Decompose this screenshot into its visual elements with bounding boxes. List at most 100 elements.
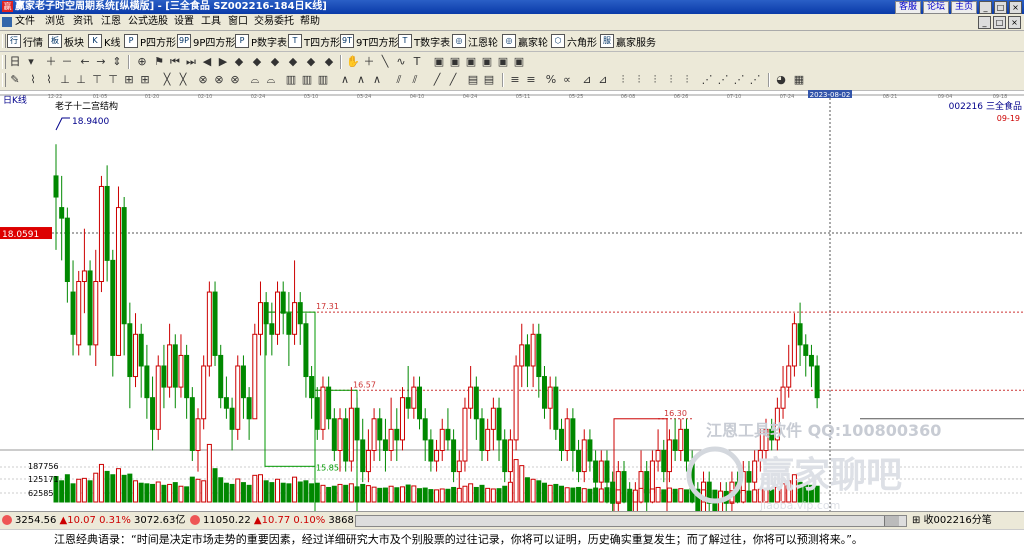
menu-trade[interactable]: 交易委托: [254, 16, 294, 28]
shanghai-index[interactable]: 3254.56 ▲10.07 0.31% 3072.63亿: [2, 512, 185, 529]
draw-tool-icon-3[interactable]: ⊥: [58, 73, 72, 87]
dropdown-icon[interactable]: ▾: [24, 55, 38, 69]
diamond-icon-2[interactable]: ◆: [250, 55, 264, 69]
menu-formula[interactable]: 公式选股: [128, 16, 168, 28]
minus-icon[interactable]: －: [60, 55, 74, 69]
draw-tool-icon-19[interactable]: ∧: [338, 73, 352, 87]
draw-tool-icon-5[interactable]: ⊤: [90, 73, 104, 87]
arrow-right-icon[interactable]: →: [94, 55, 108, 69]
service-link[interactable]: 客服: [894, 1, 921, 14]
draw-tool-icon-9[interactable]: ╳: [160, 73, 174, 87]
tick-detail-label[interactable]: ⊞ 收002216分笔: [912, 512, 992, 529]
menu-help[interactable]: 帮助: [300, 16, 320, 28]
draw-tool-icon-26[interactable]: ▤: [466, 73, 480, 87]
maximize-button[interactable]: □: [994, 1, 1007, 14]
menu-gann[interactable]: 江恩: [101, 16, 121, 28]
draw-tool-icon-20[interactable]: ∧: [354, 73, 368, 87]
forum-link[interactable]: 论坛: [922, 1, 949, 14]
draw-tool-icon-40[interactable]: ⋰: [732, 73, 746, 87]
diamond-icon-1[interactable]: ◆: [232, 55, 246, 69]
draw-tool-icon-21[interactable]: ∧: [370, 73, 384, 87]
draw-tool-icon-6[interactable]: ⊤: [106, 73, 120, 87]
draw-tool-icon-23[interactable]: ⫽: [408, 73, 422, 87]
kline-chart[interactable]: 12-22 01-05 01-20 02-10 02-24 03-10 03-24 04-10…: [0, 90, 1024, 540]
9p-square-button[interactable]: 9P 9P四方形: [177, 33, 235, 49]
pie-icon[interactable]: ◕: [774, 73, 788, 87]
doc-restore-button[interactable]: □: [993, 16, 1006, 29]
draw-tool-icon-2[interactable]: ⌇: [42, 73, 56, 87]
close-button[interactable]: ×: [1009, 1, 1022, 14]
horizontal-scrollbar[interactable]: [355, 515, 907, 527]
diamond-icon-5[interactable]: ◆: [304, 55, 318, 69]
draw-tool-icon-8[interactable]: ⊞: [138, 73, 152, 87]
shenzhen-index[interactable]: 11050.22 ▲10.77 0.10% 3868.72: [190, 512, 370, 529]
draw-tool-icon-14[interactable]: ⌓: [248, 73, 262, 87]
draw-tool-icon-35[interactable]: ⫶: [648, 73, 662, 87]
p-square-button[interactable]: P P四方形: [124, 33, 176, 49]
draw-tool-icon-17[interactable]: ▥: [300, 73, 314, 87]
winner-wheel-button[interactable]: ◎ 赢家轮: [502, 33, 548, 49]
percent-icon[interactable]: %: [544, 73, 558, 87]
draw-tool-icon-34[interactable]: ⫶: [632, 73, 646, 87]
window-icon-2[interactable]: ▣: [448, 55, 462, 69]
draw-tool-icon-27[interactable]: ▤: [482, 73, 496, 87]
draw-tool-icon-24[interactable]: ╱: [430, 73, 444, 87]
draw-tool-icon-30[interactable]: ∝: [560, 73, 574, 87]
draw-tool-icon-28[interactable]: ≡: [508, 73, 522, 87]
sector-button[interactable]: 板板块: [48, 33, 84, 49]
minimize-button[interactable]: _: [979, 1, 992, 14]
draw-tool-icon-38[interactable]: ⋰: [700, 73, 714, 87]
crosshair-icon[interactable]: ＋: [362, 55, 376, 69]
plus-icon[interactable]: ＋: [44, 55, 58, 69]
text-tool-icon[interactable]: T: [410, 55, 424, 69]
arrow-left-icon[interactable]: ←: [78, 55, 92, 69]
doc-minimize-button[interactable]: _: [978, 16, 991, 29]
flag-icon[interactable]: ⚑: [152, 55, 166, 69]
draw-tool-icon-31[interactable]: ⊿: [580, 73, 594, 87]
window-icon-6[interactable]: ▣: [512, 55, 526, 69]
draw-tool-icon-41[interactable]: ⋰: [748, 73, 762, 87]
window-icon-1[interactable]: ▣: [432, 55, 446, 69]
doc-close-button[interactable]: ×: [1008, 16, 1021, 29]
draw-tool-icon-4[interactable]: ⊥: [74, 73, 88, 87]
draw-tool-icon-15[interactable]: ⌓: [264, 73, 278, 87]
menu-browse[interactable]: 浏览: [45, 16, 65, 28]
draw-tool-icon-12[interactable]: ⊗: [212, 73, 226, 87]
9t-square-button[interactable]: 9T 9T四方形: [340, 33, 398, 49]
kline-button[interactable]: K K线: [88, 33, 121, 49]
first-icon[interactable]: ⏮: [168, 55, 182, 69]
draw-tool-icon-36[interactable]: ⫶: [664, 73, 678, 87]
menu-file[interactable]: 文件: [2, 16, 35, 28]
t-table-button[interactable]: T T数字表: [398, 33, 450, 49]
menu-settings[interactable]: 设置: [174, 16, 194, 28]
next-icon[interactable]: ▶: [216, 55, 230, 69]
menu-tools[interactable]: 工具: [201, 16, 221, 28]
draw-tool-icon-13[interactable]: ⊗: [228, 73, 242, 87]
gann-wheel-button[interactable]: ◎ 江恩轮: [452, 33, 498, 49]
prev-icon[interactable]: ◀: [200, 55, 214, 69]
diamond-icon-3[interactable]: ◆: [268, 55, 282, 69]
window-icon-5[interactable]: ▣: [496, 55, 510, 69]
draw-tool-icon-11[interactable]: ⊗: [196, 73, 210, 87]
home-link[interactable]: 主页: [950, 1, 977, 14]
draw-tool-icon-33[interactable]: ⫶: [616, 73, 630, 87]
draw-tool-icon-39[interactable]: ⋰: [716, 73, 730, 87]
line-tool-icon[interactable]: ╲: [378, 55, 392, 69]
hexagon-button[interactable]: ⬡ 六角形: [551, 33, 597, 49]
pen-icon[interactable]: ✎: [8, 73, 22, 87]
last-icon[interactable]: ⏭: [184, 55, 198, 69]
day-period-icon[interactable]: 日: [8, 55, 22, 69]
draw-tool-icon-32[interactable]: ⊿: [596, 73, 610, 87]
menu-news[interactable]: 资讯: [73, 16, 93, 28]
winner-service-button[interactable]: 服赢家服务: [600, 33, 656, 49]
draw-tool-icon-1[interactable]: ⌇: [26, 73, 40, 87]
window-icon-4[interactable]: ▣: [480, 55, 494, 69]
menu-window[interactable]: 窗口: [228, 16, 248, 28]
draw-tool-icon-22[interactable]: ⫽: [392, 73, 406, 87]
draw-tool-icon-42[interactable]: ▦: [792, 73, 806, 87]
scroll-thumb[interactable]: [884, 516, 899, 526]
p-table-button[interactable]: P P数字表: [235, 33, 287, 49]
t-square-button[interactable]: T T四方形: [288, 33, 340, 49]
draw-tool-icon-10[interactable]: ╳: [176, 73, 190, 87]
diamond-icon-6[interactable]: ◆: [322, 55, 336, 69]
